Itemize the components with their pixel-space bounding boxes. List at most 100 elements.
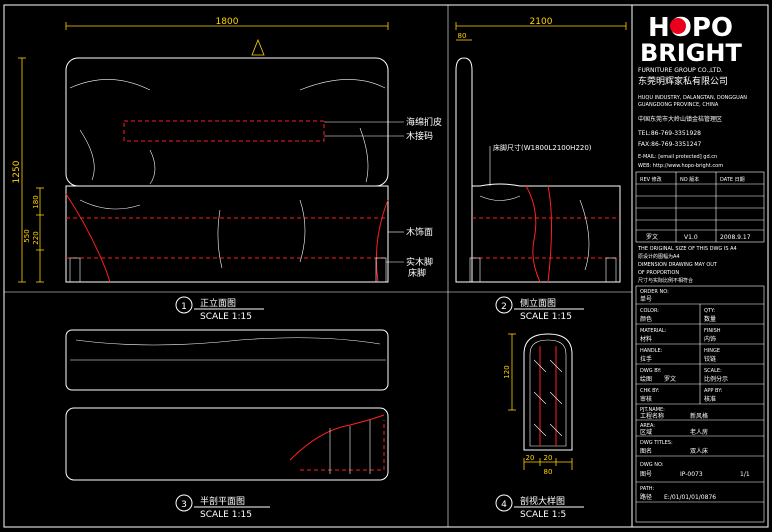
view-3-title: 半剖平面图 <box>200 495 245 507</box>
rev-header-no: NO 版本 <box>680 176 699 183</box>
svg-text:绘图: 绘图 <box>640 375 652 383</box>
svg-text:DWG NO:: DWG NO: <box>640 462 664 468</box>
svg-text:工程名称: 工程名称 <box>640 412 664 420</box>
svg-text:铰链: 铰链 <box>704 355 716 363</box>
dim-section-b2: 20 <box>544 454 553 462</box>
address-line-2: GUANGDONG PROVINCE, CHINA <box>638 102 719 108</box>
dwg-by-value: 罗文 <box>664 375 676 383</box>
callout-leather: 海绵扪皮 <box>406 116 442 128</box>
view-4-title: 剖视大样图 <box>520 495 565 507</box>
svg-text:内饰: 内饰 <box>704 335 716 343</box>
dim-total-height: 1250 <box>12 160 22 183</box>
svg-text:拉手: 拉手 <box>640 355 652 363</box>
svg-text:4: 4 <box>501 500 507 510</box>
dim-side-top: 80 <box>458 32 467 40</box>
logo-bottom-text: BRIGHT <box>640 39 742 67</box>
rev-version: V1.0 <box>684 234 698 241</box>
dim-front-550: 550 <box>23 229 31 242</box>
title-block: HOPO BRIGHT FURNITURE GROUP CO.,LTD. 东莞明… <box>635 13 765 523</box>
rev-header-date: DATE 日期 <box>720 177 745 183</box>
company-cn: 东莞明辉家私有限公司 <box>638 75 728 87</box>
svg-text:APP BY:: APP BY: <box>704 388 723 394</box>
svg-text:审核: 审核 <box>640 395 652 403</box>
svg-text:比例分示: 比例分示 <box>704 375 728 383</box>
svg-text:颜色: 颜色 <box>640 315 652 323</box>
svg-text:DWG TITLES:: DWG TITLES: <box>640 440 673 446</box>
rev-author: 罗文 <box>646 233 658 241</box>
front-elevation-view: 1800 1250 180 550 220 海绵扪皮 木接码 木饰面 实木脚 床… <box>12 17 442 322</box>
svg-text:核准: 核准 <box>704 395 716 403</box>
dim-section-height: 120 <box>503 365 511 378</box>
dim-side-width: 2100 <box>530 17 553 27</box>
tel: TEL:86-769-3351928 <box>637 130 701 137</box>
svg-text:HINGE: HINGE <box>704 348 720 354</box>
svg-text:SCALE:: SCALE: <box>704 368 722 374</box>
company-en: FURNITURE GROUP CO.,LTD. <box>638 67 723 74</box>
note-en-2: DIMENSION DRAWING MAY OUT <box>638 262 718 268</box>
view-1-title: 正立面图 <box>200 297 236 309</box>
dim-section-width: 80 <box>544 468 553 476</box>
side-elevation-view: 2100 80 床脚尺寸(W1800L2100H220) 2 侧立面图 SCAL… <box>455 17 627 322</box>
svg-text:数量: 数量 <box>704 315 716 323</box>
bed-base-outline <box>65 185 389 283</box>
dim-section-b1: 20 <box>526 454 535 462</box>
north-arrow-icon <box>251 38 265 56</box>
dim-front-180: 180 <box>32 195 40 208</box>
sheet-number: 1/1 <box>740 471 750 478</box>
svg-text:1: 1 <box>181 302 187 312</box>
view-2-title: 侧立面图 <box>520 297 556 309</box>
drawing-sheet: 1800 1250 180 550 220 海绵扪皮 木接码 木饰面 实木脚 床… <box>3 4 769 528</box>
svg-text:图名: 图名 <box>640 447 652 455</box>
note-en-3: OF PROPORTION <box>638 270 679 276</box>
note-cn-2: 尺寸与实际比例不相符合 <box>638 277 693 284</box>
callout-bed-size: 床脚尺寸(W1800L2100H220) <box>493 143 592 152</box>
project-name: 新风格 <box>690 412 708 420</box>
side-headboard-outline <box>455 57 473 283</box>
drawing-number: IP-0073 <box>680 471 703 478</box>
web: WEB: http://www.hopo-bright.com <box>638 163 723 169</box>
rev-header-rev: REV 修改 <box>640 176 662 183</box>
svg-text:MATERIAL:: MATERIAL: <box>640 328 667 334</box>
svg-text:路径: 路径 <box>640 493 652 501</box>
leather-panel-outline <box>123 120 325 142</box>
area-value: 老人房 <box>690 428 708 436</box>
dim-front-width: 1800 <box>216 17 239 27</box>
drawing-title: 双人床 <box>690 447 708 455</box>
file-path: E:/01/01/01/0876 <box>664 494 716 501</box>
email: E-MAIL: [email protected] gd.cn <box>638 154 717 160</box>
logo-dot-icon <box>670 18 686 34</box>
callout-solid-leg: 实木脚 <box>406 256 433 268</box>
callout-wood-frame: 木接码 <box>406 130 433 142</box>
half-section-plan-view: 3 半剖平面图 SCALE 1:15 <box>65 329 389 520</box>
address-line-1: HUQU INDUSTRY, DALANGTAN, DONGGUAN <box>638 95 747 101</box>
fax: FAX:86-769-3351247 <box>638 141 701 148</box>
address-cn: 中国东莞市大岭山镇金桔管理区 <box>638 115 722 123</box>
view-4-scale: SCALE 1:5 <box>520 510 566 520</box>
view-3-scale: SCALE 1:15 <box>200 510 252 520</box>
svg-text:图号: 图号 <box>640 471 652 478</box>
order-no-label: ORDER NO: <box>640 289 669 295</box>
svg-text:3: 3 <box>181 500 187 510</box>
order-no-cn: 单号 <box>640 295 652 303</box>
svg-text:FINISH: FINISH <box>704 328 721 334</box>
svg-text:COLOR:: COLOR: <box>640 308 659 314</box>
plan-bed-outline <box>65 407 389 481</box>
svg-text:PATH:: PATH: <box>640 486 655 492</box>
note-cn-1: 原设计的图幅为A4 <box>638 253 680 260</box>
svg-text:QTY:: QTY: <box>704 308 715 314</box>
svg-text:材料: 材料 <box>640 335 652 343</box>
view-2-scale: SCALE 1:15 <box>520 312 572 322</box>
callout-wood-panel: 木饰面 <box>406 226 433 238</box>
svg-text:区域: 区域 <box>640 428 652 436</box>
svg-text:CHK BY:: CHK BY: <box>640 388 660 394</box>
svg-text:2: 2 <box>501 302 507 312</box>
side-bed-outline <box>471 183 621 283</box>
detail-outline <box>523 333 573 451</box>
svg-text:HANDLE:: HANDLE: <box>640 348 663 354</box>
view-1-scale: SCALE 1:15 <box>200 312 252 322</box>
section-detail-view: 120 20 20 80 4 剖视大样图 SCALE 1:5 <box>495 333 584 520</box>
svg-text:DWG BY:: DWG BY: <box>640 368 662 374</box>
callout-bed-foot: 床脚 <box>408 267 426 279</box>
note-en-1: THE ORIGINAL SIZE OF THIS DWG IS A4 <box>637 246 737 252</box>
dim-front-220: 220 <box>32 231 40 244</box>
